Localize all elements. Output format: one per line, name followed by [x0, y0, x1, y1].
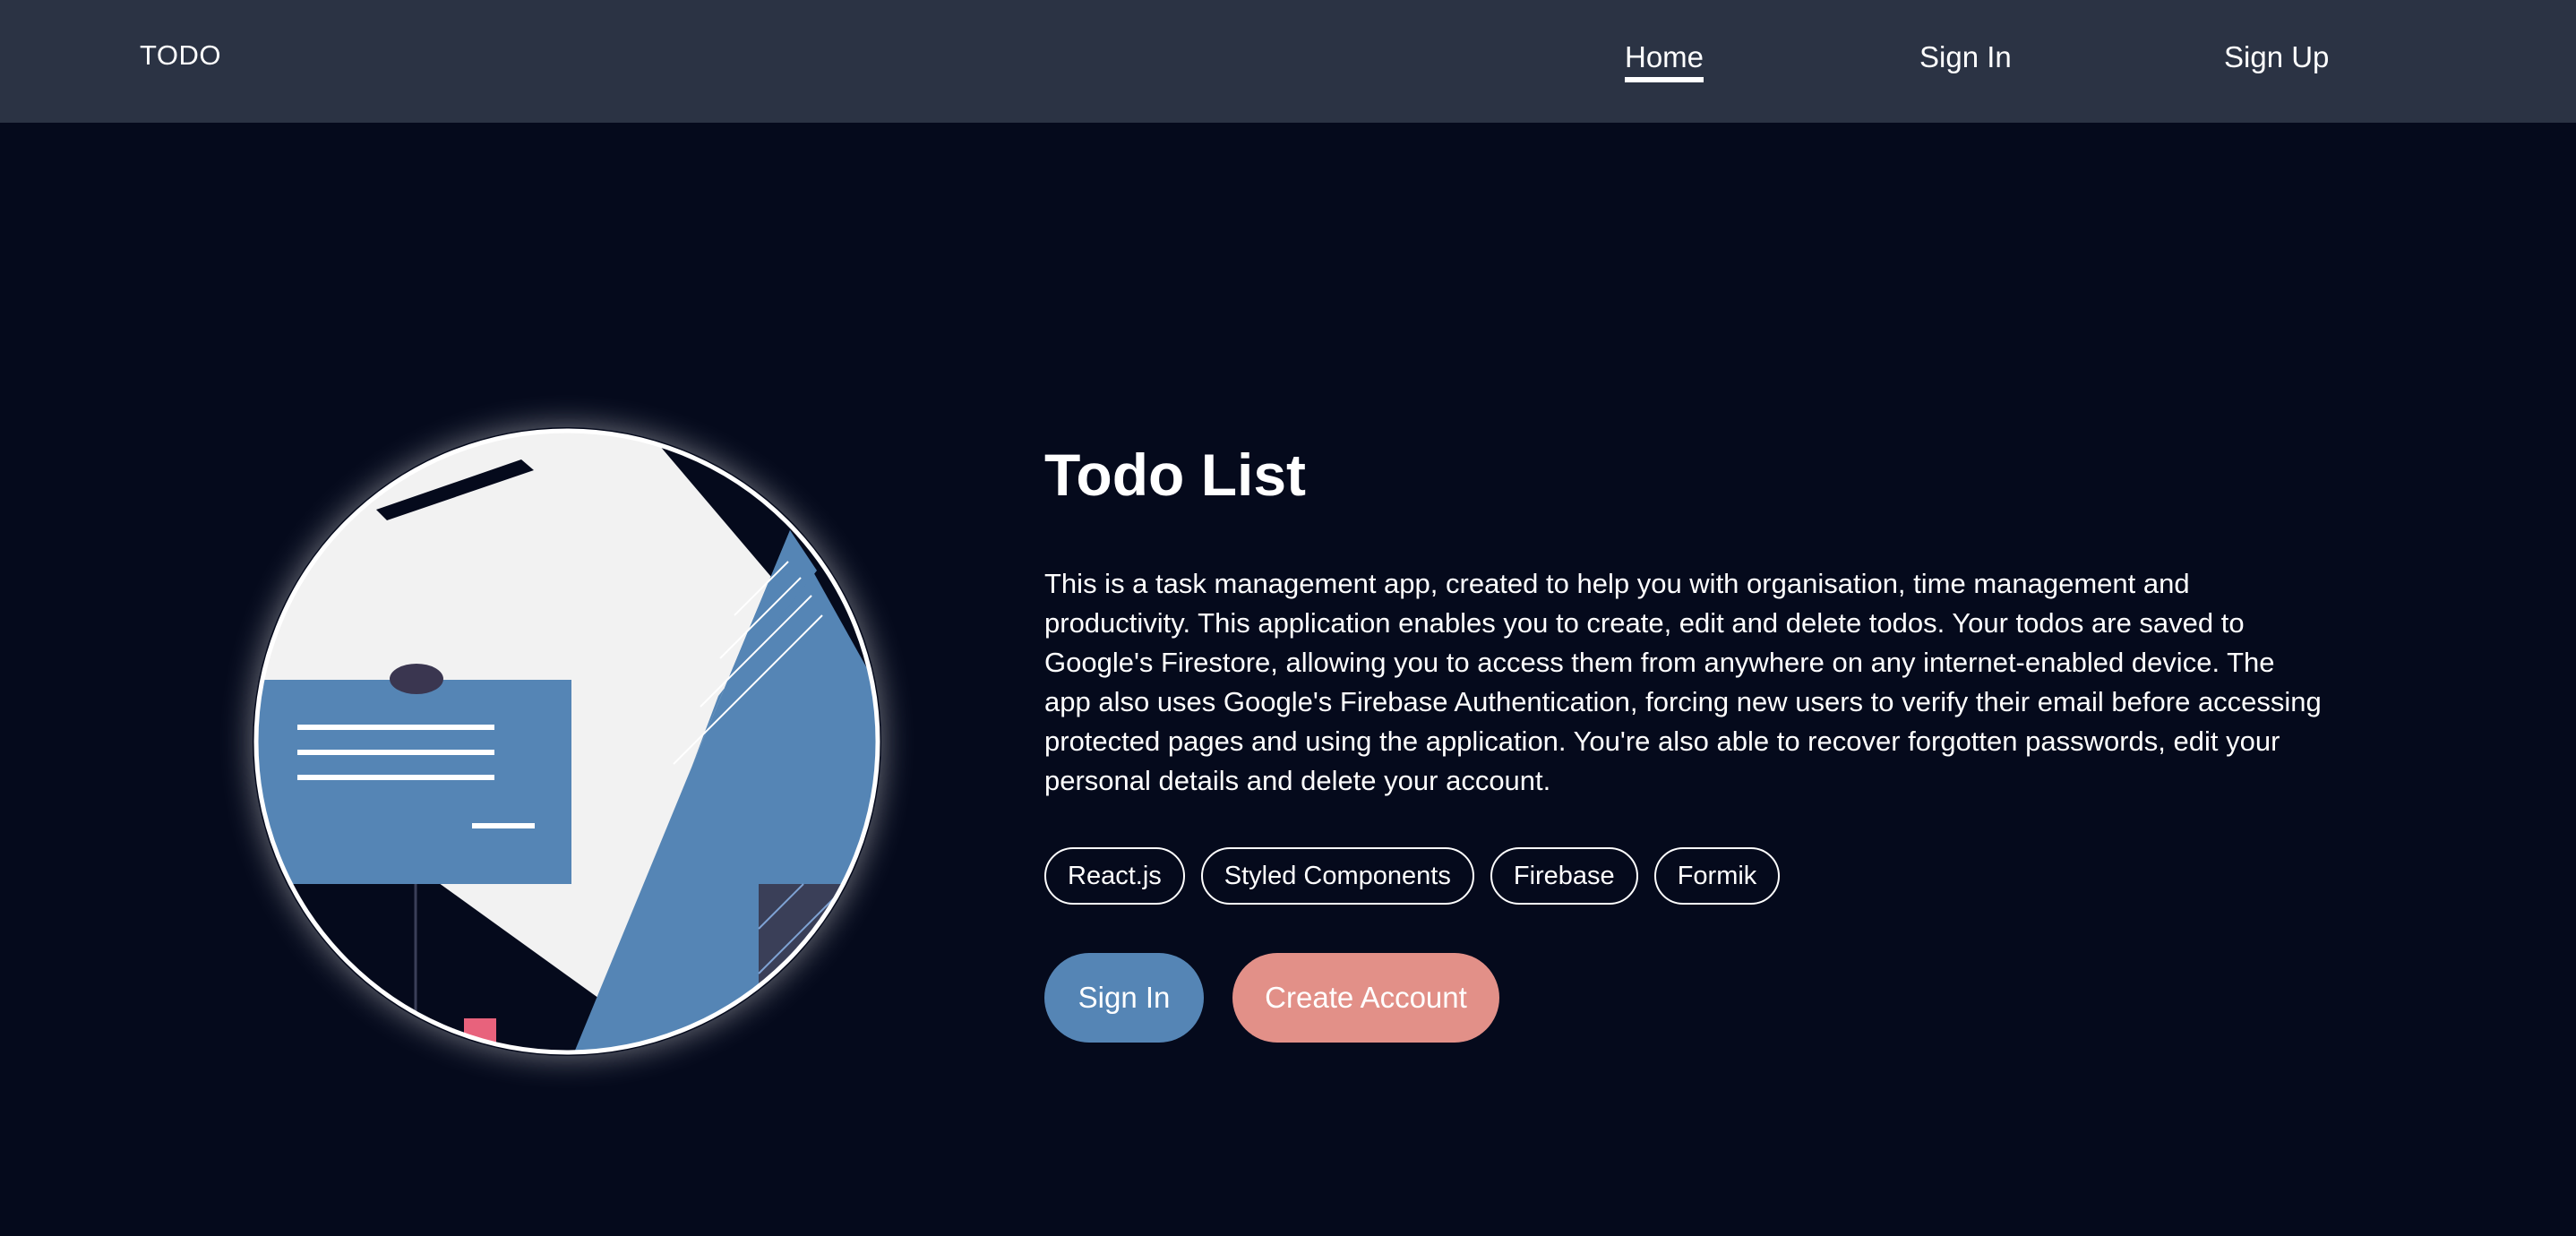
create-account-button[interactable]: Create Account [1232, 953, 1499, 1043]
tech-tags: React.js Styled Components Firebase Form… [1044, 847, 1781, 905]
nav-sign-up-link[interactable]: Sign Up [2224, 39, 2329, 75]
sign-in-button[interactable]: Sign In [1044, 953, 1204, 1043]
nav-home-link[interactable]: Home [1625, 39, 1704, 82]
brand-logo[interactable]: TODO [140, 39, 221, 72]
navbar: TODO Home Sign In Sign Up [0, 0, 2576, 123]
app-description: This is a task management app, created t… [1044, 568, 2322, 796]
hero-illustration [253, 427, 881, 1056]
tag-styled-components: Styled Components [1200, 847, 1474, 905]
tag-formik: Formik [1653, 847, 1781, 905]
page-title: Todo List [1044, 442, 1307, 508]
nav-sign-in-link[interactable]: Sign In [1919, 39, 2012, 75]
tag-react: React.js [1044, 847, 1185, 905]
tag-firebase: Firebase [1490, 847, 1638, 905]
task-list-illustration [253, 428, 880, 1055]
hero-actions: Sign In Create Account [1044, 953, 1499, 1043]
